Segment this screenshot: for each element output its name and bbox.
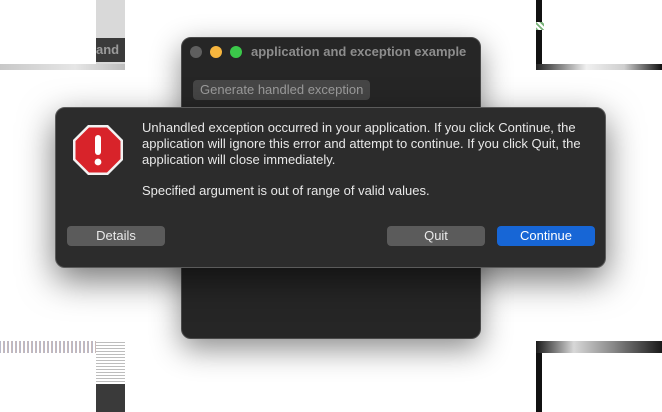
stop-octagon-exclamation-icon <box>73 125 123 175</box>
alert-message-text: Unhandled exception occurred in your app… <box>142 120 581 167</box>
background-fragment-bar <box>0 64 125 70</box>
window-titlebar[interactable]: application and exception example <box>182 38 480 66</box>
background-window-fragment: and <box>96 0 125 64</box>
background-fragment <box>536 353 542 412</box>
continue-button[interactable]: Continue <box>497 226 595 246</box>
details-button[interactable]: Details <box>67 226 165 246</box>
alert-message: Unhandled exception occurred in your app… <box>142 120 582 199</box>
exception-alert-dialog: Unhandled exception occurred in your app… <box>55 107 606 268</box>
background-fragment-bar <box>536 341 662 353</box>
alert-detail-text: Specified argument is out of range of va… <box>142 183 430 198</box>
quit-button[interactable]: Quit <box>387 226 485 246</box>
background-fragment <box>536 22 544 30</box>
background-fragment <box>536 0 542 70</box>
background-fragment <box>96 384 125 412</box>
desktop: and application and exception example Ge… <box>0 0 662 412</box>
background-window-title: and <box>96 38 125 62</box>
window-title: application and exception example <box>251 44 467 59</box>
generate-handled-exception-button[interactable]: Generate handled exception <box>193 80 371 100</box>
close-window-button[interactable] <box>190 46 202 58</box>
background-fragment-bar <box>536 64 662 70</box>
maximize-window-button[interactable] <box>230 46 242 58</box>
minimize-window-button[interactable] <box>210 46 222 58</box>
